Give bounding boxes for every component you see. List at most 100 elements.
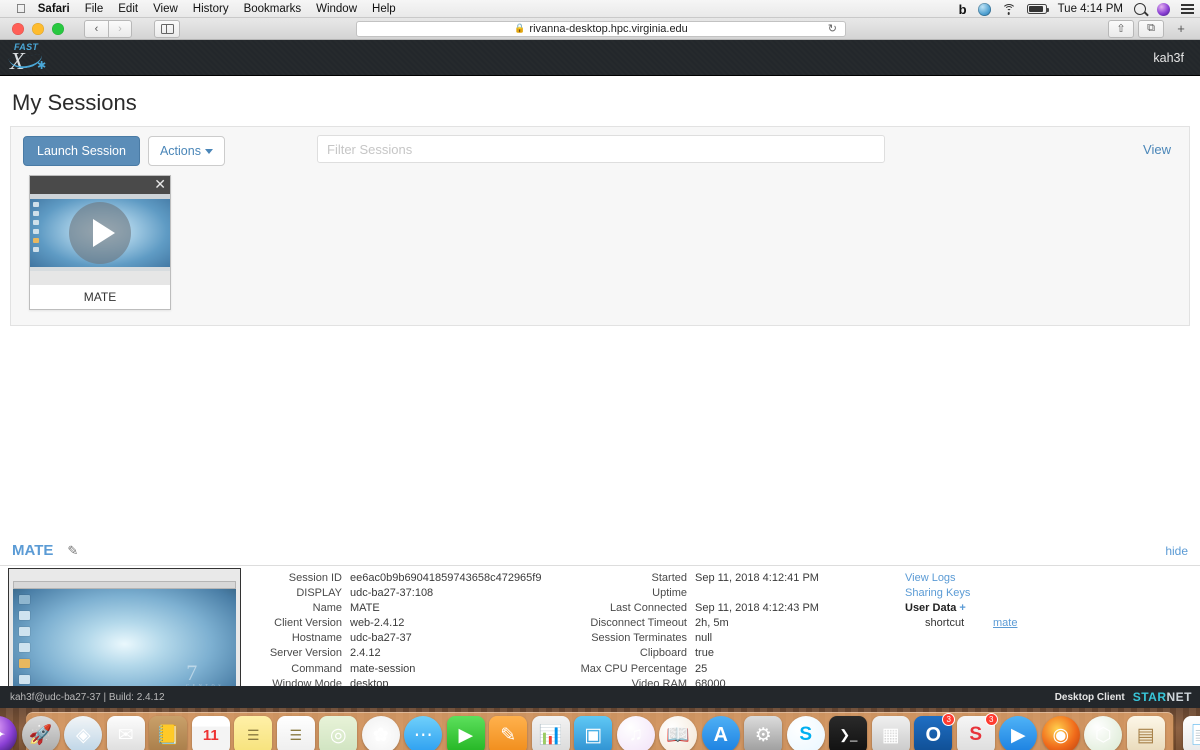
dock-item-system-preferences[interactable]: ⚙ [744, 716, 783, 750]
lock-icon: 🔒 [514, 23, 526, 33]
dock-item-uva-rotunda[interactable]: ▤ [1126, 716, 1165, 750]
back-button[interactable]: ‹ [84, 19, 108, 38]
menu-item-safari[interactable]: Safari [38, 3, 70, 15]
preview-os-logo-number: 7 [186, 660, 198, 685]
dock-item-ibooks[interactable]: 📖 [659, 716, 698, 750]
apple-menu-icon[interactable]:  [16, 2, 26, 15]
dock-item-itunes[interactable]: ♫ [616, 716, 655, 750]
spotlight-search-icon[interactable] [1134, 3, 1146, 15]
dock-item-contacts[interactable]: 📒 [149, 716, 188, 750]
app-header: FAST X ✱ kah3f [0, 40, 1200, 76]
forward-button[interactable]: › [108, 19, 132, 38]
dock-item-skype[interactable]: S3 [956, 713, 998, 750]
dock-item-pages[interactable]: ✎ [489, 716, 528, 750]
reload-icon[interactable]: ↻ [828, 22, 837, 35]
fastx-logo-icon[interactable]: FAST X ✱ [8, 42, 48, 74]
filter-sessions-input[interactable] [317, 135, 885, 163]
dock-item-messages[interactable]: ⋯ [404, 716, 443, 750]
launch-session-button[interactable]: Launch Session [23, 136, 140, 166]
skype-for-business-icon: S [799, 724, 813, 745]
dock-item-calendar[interactable]: 11 [191, 716, 230, 750]
sharing-keys-link[interactable]: Sharing Keys [905, 587, 1017, 600]
globe-icon[interactable] [977, 2, 991, 16]
add-user-data-icon[interactable]: + [959, 602, 965, 614]
session-card-label: MATE [30, 285, 170, 309]
reminders-icon: ☰ [289, 726, 303, 743]
footer-build-info: kah3f@udc-ba27-37 | Build: 2.4.12 [10, 691, 165, 703]
dock-item-facetime[interactable]: ▶ [446, 716, 485, 750]
detail-key: Session Terminates [591, 632, 687, 645]
dock-item-numbers[interactable]: 📊 [531, 716, 570, 750]
show-tabs-icon[interactable]: ⧉ [1138, 19, 1164, 38]
detail-row: Clipboard true [520, 647, 819, 660]
dock-item-skype-for-business[interactable]: S [786, 716, 825, 750]
macos-menu-bar:  Safari File Edit View History Bookmark… [0, 0, 1200, 18]
close-icon[interactable]: ✕ [154, 177, 166, 191]
dock-item-documents-stack[interactable]: 📄 [1182, 716, 1200, 750]
notification-center-icon[interactable] [1181, 4, 1194, 14]
wifi-icon[interactable] [1001, 3, 1016, 15]
menu-item-help[interactable]: Help [372, 3, 396, 15]
menu-item-bookmarks[interactable]: Bookmarks [244, 3, 302, 15]
calendar-icon: 11 [202, 726, 219, 744]
notes-icon: ☰ [246, 726, 260, 743]
siri-icon[interactable] [1157, 2, 1170, 16]
dock-item-keynote[interactable]: ▣ [574, 716, 613, 750]
share-icon[interactable]: ⇧ [1108, 19, 1134, 38]
sidebar-toggle-icon[interactable] [154, 19, 180, 38]
maximize-window-button[interactable] [52, 22, 64, 35]
session-card-thumbnail[interactable] [30, 194, 170, 271]
pencil-icon[interactable]: ✎ [67, 543, 78, 559]
starnet-logo-star: STAR [1132, 690, 1167, 704]
close-window-button[interactable] [12, 22, 24, 35]
detail-value: Sep 11, 2018 4:12:43 PM [695, 602, 819, 615]
dock-item-sourcetree[interactable]: ⬡ [1084, 716, 1123, 750]
session-preview-image[interactable]: 7 C E N T O S [8, 568, 241, 686]
hide-details-link[interactable]: hide [1165, 544, 1188, 558]
sessions-toolbar: Launch Session Actions View [11, 127, 1189, 175]
macos-dock: ☺✦🚀◈✉📒11☰☰◎✿⋯▶✎📊▣♫📖A⚙S❯_▦O3S3▶◉⬡▤📄🗑 [0, 712, 1200, 750]
menu-item-view[interactable]: View [153, 3, 178, 15]
current-user-label[interactable]: kah3f [1153, 51, 1184, 65]
contacts-icon: 📒 [156, 725, 181, 746]
menu-item-file[interactable]: File [85, 3, 104, 15]
view-link[interactable]: View [1143, 142, 1171, 157]
detail-key: Session ID [288, 572, 342, 584]
battery-icon[interactable] [1026, 4, 1049, 14]
actions-dropdown-button[interactable]: Actions [147, 136, 225, 166]
dock-item-notes[interactable]: ☰ [234, 716, 273, 750]
dock-item-safari[interactable]: ◈ [64, 716, 103, 750]
window-traffic-lights [12, 22, 64, 35]
session-card-mate[interactable]: ✕ MATE [29, 175, 171, 310]
macos-dock-area: ☺✦🚀◈✉📒11☰☰◎✿⋯▶✎📊▣♫📖A⚙S❯_▦O3S3▶◉⬡▤📄🗑 [0, 708, 1200, 750]
dock-item-firefox[interactable]: ◉ [1041, 716, 1080, 750]
view-logs-link[interactable]: View Logs [905, 572, 1017, 585]
address-bar[interactable]: 🔒 rivanna-desktop.hpc.virginia.edu ↻ [356, 20, 846, 37]
desktop-client-link[interactable]: Desktop Client [1055, 692, 1125, 703]
dock-item-photos[interactable]: ✿ [361, 716, 400, 750]
dock-item-launchpad[interactable]: 🚀 [21, 716, 60, 750]
dock-item-siri[interactable]: ✦ [0, 716, 18, 750]
menu-item-history[interactable]: History [193, 3, 229, 15]
calculator-icon: ▦ [881, 724, 900, 746]
minimize-window-button[interactable] [32, 22, 44, 35]
dock-item-outlook[interactable]: O3 [914, 713, 956, 750]
keynote-icon: ▣ [584, 724, 603, 746]
dock-item-maps[interactable]: ◎ [319, 716, 358, 750]
menu-item-window[interactable]: Window [316, 3, 357, 15]
menu-item-edit[interactable]: Edit [118, 3, 138, 15]
dock-item-terminal[interactable]: ❯_ [829, 716, 868, 750]
dock-item-zoom[interactable]: ▶ [999, 716, 1038, 750]
address-bar-url: rivanna-desktop.hpc.virginia.edu [529, 22, 688, 35]
dock-item-app-store[interactable]: A [701, 716, 740, 750]
b-letter-icon[interactable]: b [959, 2, 967, 17]
menu-bar-clock[interactable]: Tue 4:14 PM [1058, 3, 1123, 15]
detail-key: Command [291, 662, 342, 675]
dock-item-mail[interactable]: ✉ [106, 716, 145, 750]
play-icon[interactable] [69, 201, 131, 264]
user-data-value[interactable]: mate [993, 617, 1017, 629]
dock-item-calculator[interactable]: ▦ [871, 716, 910, 750]
detail-key: Video RAM [631, 677, 687, 686]
dock-item-reminders[interactable]: ☰ [276, 716, 315, 750]
new-tab-icon[interactable]: + [1168, 20, 1194, 38]
